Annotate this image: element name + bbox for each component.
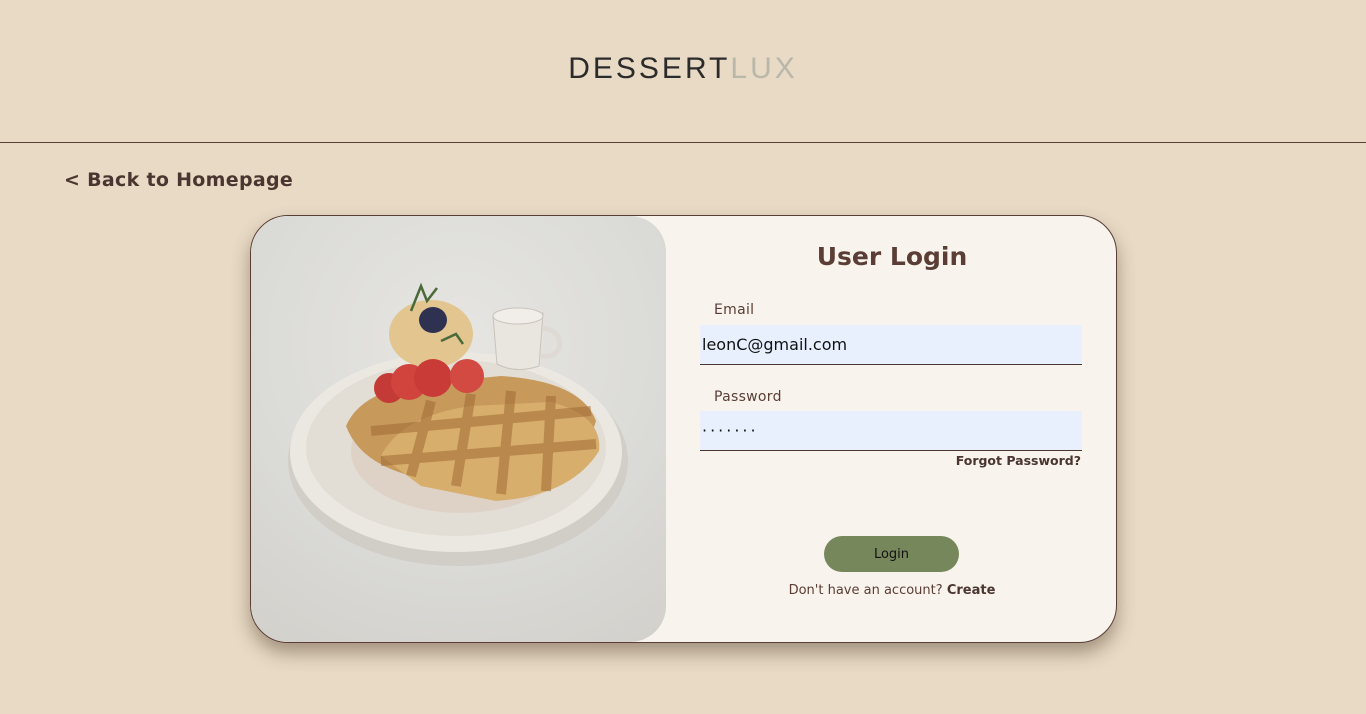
email-label: Email — [714, 302, 755, 318]
email-field[interactable] — [700, 325, 1082, 365]
waffle-dessert-image — [251, 216, 666, 642]
create-account-link[interactable]: Create — [947, 583, 996, 598]
login-button[interactable]: Login — [824, 536, 959, 572]
logo-text-dark: DESSERT — [568, 52, 731, 85]
password-label: Password — [714, 389, 782, 405]
signup-prompt-text: Don't have an account? — [788, 583, 943, 598]
login-card: User Login Email Password Forgot Passwor… — [250, 215, 1117, 643]
login-title: User Login — [816, 242, 968, 271]
brand-logo[interactable]: DESSERTLUX — [0, 52, 1366, 86]
back-to-homepage-link[interactable]: < Back to Homepage — [64, 169, 293, 191]
waffle-illustration — [288, 282, 628, 566]
site-header: DESSERTLUX — [0, 0, 1366, 143]
forgot-password-link[interactable]: Forgot Password? — [956, 453, 1081, 468]
signup-prompt: Don't have an account? Create — [666, 583, 1116, 598]
logo-text-light: LUX — [730, 52, 798, 85]
password-field[interactable] — [700, 411, 1082, 451]
